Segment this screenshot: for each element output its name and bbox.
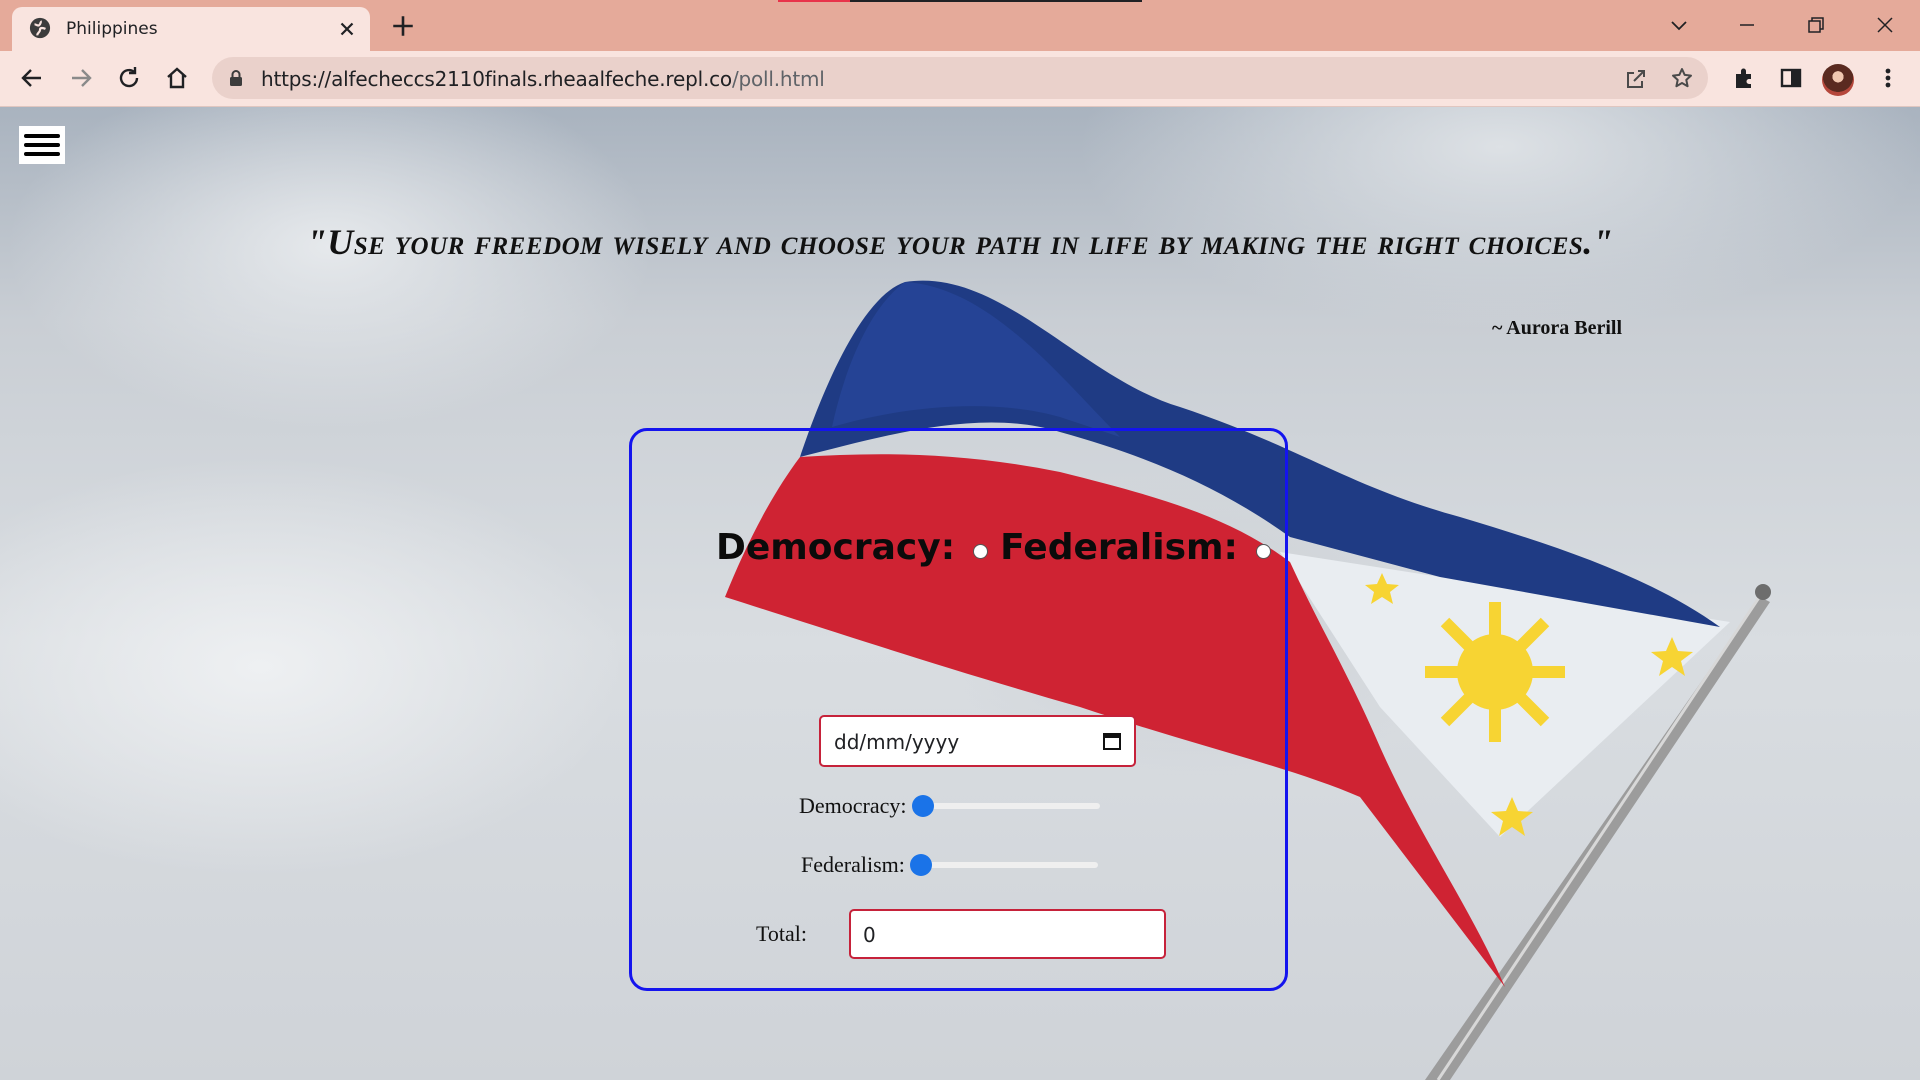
poll-choice-group: Democracy: Federalism: [716,527,1283,568]
calendar-icon[interactable] [1102,731,1122,751]
profile-avatar[interactable] [1822,64,1854,96]
tab-search-chevron-icon[interactable] [1664,10,1694,40]
loading-progress-bar [778,0,1142,2]
restore-icon[interactable] [1801,10,1831,40]
reload-icon[interactable] [115,64,143,92]
browser-tab-active[interactable]: Philippines [12,7,370,51]
url-origin: https://alfecheccs2110finals.rheaalfeche… [261,67,732,91]
democracy-slider[interactable] [911,795,1100,817]
federalism-slider-label: Federalism: [801,852,905,877]
quote-text: "Use your freedom wisely and choose your… [306,222,1614,262]
new-tab-icon[interactable] [390,13,416,39]
democracy-slider-thumb[interactable] [911,795,934,817]
total-value: 0 [863,923,876,947]
minimize-icon[interactable] [1732,10,1762,40]
url-text[interactable]: https://alfecheccs2110finals.rheaalfeche… [261,67,825,91]
close-window-icon[interactable] [1870,10,1900,40]
close-tab-icon[interactable] [336,18,358,40]
tab-title: Philippines [66,19,158,39]
poll-form-card: Democracy: Federalism: dd/mm/yyyy Democr… [629,428,1288,991]
home-icon[interactable] [163,64,191,92]
bookmark-star-icon[interactable] [1670,66,1694,90]
total-label: Total: [756,921,808,946]
quote-author: ~ Aurora Berill [1492,317,1623,339]
federalism-slider-thumb[interactable] [909,854,932,876]
democracy-slider-row: Democracy: [799,793,1100,819]
forward-arrow-icon[interactable] [67,64,95,92]
url-path: /poll.html [731,67,825,91]
kebab-menu-icon[interactable] [1874,64,1902,92]
side-panel-icon[interactable] [1777,64,1805,92]
democracy-radio[interactable] [973,544,989,559]
federalism-radio[interactable] [1255,544,1271,559]
sun-icon [1425,602,1565,742]
lock-icon[interactable] [228,69,244,87]
democracy-slider-label: Democracy: [799,793,907,818]
extensions-puzzle-icon[interactable] [1730,64,1758,92]
date-input[interactable]: dd/mm/yyyy [819,715,1136,767]
globe-icon [29,17,51,39]
federalism-slider[interactable] [909,854,1098,876]
date-placeholder: dd/mm/yyyy [834,730,960,754]
page-viewport: "Use your freedom wisely and choose your… [0,107,1920,1080]
share-icon[interactable] [1624,67,1648,91]
back-arrow-icon[interactable] [18,64,46,92]
democracy-option-label: Democracy: [716,527,956,568]
federalism-option-label: Federalism: [1000,527,1238,568]
address-bar[interactable]: https://alfecheccs2110finals.rheaalfeche… [212,57,1708,99]
hamburger-menu-button[interactable] [19,126,65,164]
tab-strip: Philippines [0,0,1920,51]
browser-toolbar: https://alfecheccs2110finals.rheaalfeche… [0,51,1920,107]
federalism-slider-row: Federalism: [801,852,1098,878]
total-input[interactable]: 0 [849,909,1166,959]
